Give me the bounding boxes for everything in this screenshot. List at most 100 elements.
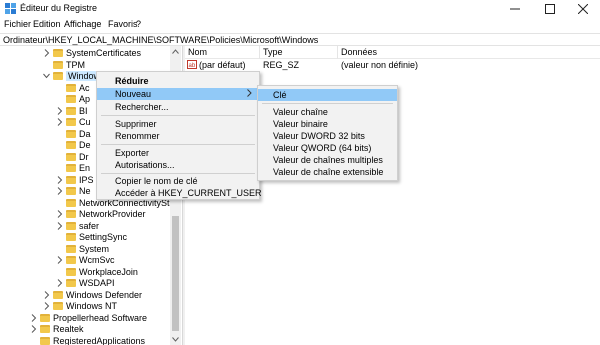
folder-icon <box>66 279 76 287</box>
menu-item-exporter[interactable]: Exporter <box>97 147 259 159</box>
minimize-button[interactable] <box>498 0 532 17</box>
scrollbar-thumb[interactable] <box>172 216 179 331</box>
chevron-right-icon[interactable] <box>56 118 63 126</box>
chevron-down-icon[interactable] <box>43 72 50 80</box>
tree-item[interactable]: System <box>56 244 183 256</box>
menu-item-label: Accéder à HKEY_CURRENT_USER <box>115 188 262 198</box>
scroll-up-button[interactable] <box>170 46 181 56</box>
tree-item[interactable]: Windows NT <box>43 301 183 313</box>
address-path[interactable]: Ordinateur\HKEY_LOCAL_MACHINE\SOFTWARE\P… <box>3 35 318 45</box>
submenu-item-label: Clé <box>273 90 287 100</box>
tree-item[interactable]: Propellerhead Software <box>30 313 183 325</box>
chevron-right-icon[interactable] <box>43 302 50 310</box>
chevron-right-icon[interactable] <box>43 49 50 57</box>
tree-item-label: NetworkProvider <box>79 209 146 219</box>
values-header: Nom Type Données <box>185 46 600 59</box>
chevron-right-icon[interactable] <box>30 313 37 322</box>
new-submenu: Clé Valeur chaîne Valeur binaire Valeur … <box>257 85 398 181</box>
tree-item[interactable]: NetworkProvider <box>56 209 183 221</box>
folder-icon <box>66 141 76 149</box>
folder-icon <box>66 83 76 92</box>
submenu-item-label: Valeur chaîne <box>273 107 328 117</box>
chevron-right-icon[interactable] <box>56 175 63 184</box>
menu-item-autorisations[interactable]: Autorisations... <box>97 159 259 171</box>
title-bar: Éditeur du Registre <box>0 0 600 17</box>
menu-item-label: Exporter <box>115 148 150 158</box>
submenu-item-valeur-chaine[interactable]: Valeur chaîne <box>258 106 397 118</box>
menu-fichier[interactable]: Fichier <box>4 19 31 29</box>
tree-item-label: SystemCertificates <box>66 48 142 58</box>
table-row[interactable]: ab (par défaut) REG_SZ (valeur non défin… <box>185 59 600 71</box>
menu-item-label: Réduire <box>115 76 149 86</box>
folder-icon <box>53 290 63 299</box>
close-button[interactable] <box>566 0 600 17</box>
tree-item[interactable]: safer <box>56 221 183 233</box>
menu-item-rechercher[interactable]: Rechercher... <box>97 101 259 113</box>
tree-item-label: safer <box>79 220 100 231</box>
menu-item-acceder-hkcu[interactable]: Accéder à HKEY_CURRENT_USER <box>97 187 262 199</box>
maximize-button[interactable] <box>533 0 567 17</box>
address-bar[interactable]: Ordinateur\HKEY_LOCAL_MACHINE\SOFTWARE\P… <box>0 33 600 46</box>
tree-item-label: En <box>79 163 91 173</box>
chevron-right-icon[interactable] <box>56 106 63 115</box>
menu-item-label: Copier le nom de clé <box>115 176 198 186</box>
menu-separator <box>101 144 255 145</box>
menu-separator <box>101 115 255 116</box>
tree-item[interactable]: SystemCertificates <box>43 48 183 60</box>
tree-item-label: System <box>79 243 110 254</box>
registry-editor-icon <box>5 3 16 14</box>
submenu-item-dword[interactable]: Valeur DWORD 32 bits <box>258 130 397 142</box>
column-divider[interactable] <box>259 46 260 59</box>
submenu-item-label: Valeur binaire <box>273 119 328 129</box>
menu-affichage[interactable]: Affichage <box>64 19 101 29</box>
context-menu: Réduire Nouveau Rechercher... Supprimer … <box>96 71 262 200</box>
menu-item-nouveau[interactable]: Nouveau <box>97 88 259 100</box>
tree-item-label: BI <box>79 105 88 116</box>
tree-item[interactable]: Windows Defender <box>43 290 183 302</box>
column-divider[interactable] <box>337 46 338 59</box>
tree-item[interactable]: TPM <box>43 60 183 72</box>
folder-icon <box>66 256 76 264</box>
menu-item-renommer[interactable]: Renommer <box>97 130 259 142</box>
tree-item-label: Da <box>79 128 91 139</box>
submenu-item-cle[interactable]: Clé <box>258 89 397 101</box>
tree-item[interactable]: WorkplaceJoin <box>56 267 183 279</box>
menu-item-reduire[interactable]: Réduire <box>97 75 259 87</box>
submenu-item-expandable-string[interactable]: Valeur de chaîne extensible <box>258 166 397 178</box>
tree-item-label: RegisteredApplications <box>53 335 146 345</box>
tree-item[interactable]: WcmSvc <box>56 255 183 267</box>
menu-edition[interactable]: Edition <box>33 19 61 29</box>
chevron-right-icon[interactable] <box>56 187 63 195</box>
menu-help[interactable]: ? <box>136 19 141 29</box>
tree-item[interactable]: Realtek <box>30 324 183 336</box>
scroll-down-button[interactable] <box>170 334 181 344</box>
menu-item-copier-nom-cle[interactable]: Copier le nom de clé <box>97 175 259 187</box>
chevron-right-icon[interactable] <box>56 256 63 264</box>
window-title: Éditeur du Registre <box>20 3 98 13</box>
tree-item-label: Dr <box>79 151 89 162</box>
chevron-right-icon[interactable] <box>43 290 50 299</box>
chevron-right-icon[interactable] <box>56 221 63 230</box>
chevron-right-icon <box>247 89 252 97</box>
tree-item-label: SettingSync <box>79 232 128 242</box>
folder-icon <box>66 198 76 207</box>
chevron-right-icon[interactable] <box>30 325 37 333</box>
submenu-item-valeur-binaire[interactable]: Valeur binaire <box>258 118 397 130</box>
column-header-data[interactable]: Données <box>341 47 377 57</box>
tree-item[interactable]: WSDAPI <box>56 278 183 290</box>
column-header-type[interactable]: Type <box>263 47 283 57</box>
submenu-item-label: Valeur QWORD (64 bits) <box>273 143 372 153</box>
tree-item-label: De <box>79 140 91 150</box>
chevron-right-icon[interactable] <box>56 210 63 218</box>
column-header-name[interactable]: Nom <box>188 47 207 57</box>
menu-item-supprimer[interactable]: Supprimer <box>97 118 259 130</box>
submenu-item-label: Valeur de chaînes multiples <box>273 155 383 165</box>
tree-item[interactable]: RegisteredApplications <box>30 336 183 345</box>
tree-item-label: Windows Defender <box>66 289 143 300</box>
submenu-item-multi-string[interactable]: Valeur de chaînes multiples <box>258 154 397 166</box>
tree-item[interactable]: SettingSync <box>56 232 183 244</box>
tree-item-label: WSDAPI <box>79 278 115 288</box>
menu-favoris[interactable]: Favoris <box>108 19 138 29</box>
chevron-right-icon[interactable] <box>56 279 63 287</box>
submenu-item-qword[interactable]: Valeur QWORD (64 bits) <box>258 142 397 154</box>
